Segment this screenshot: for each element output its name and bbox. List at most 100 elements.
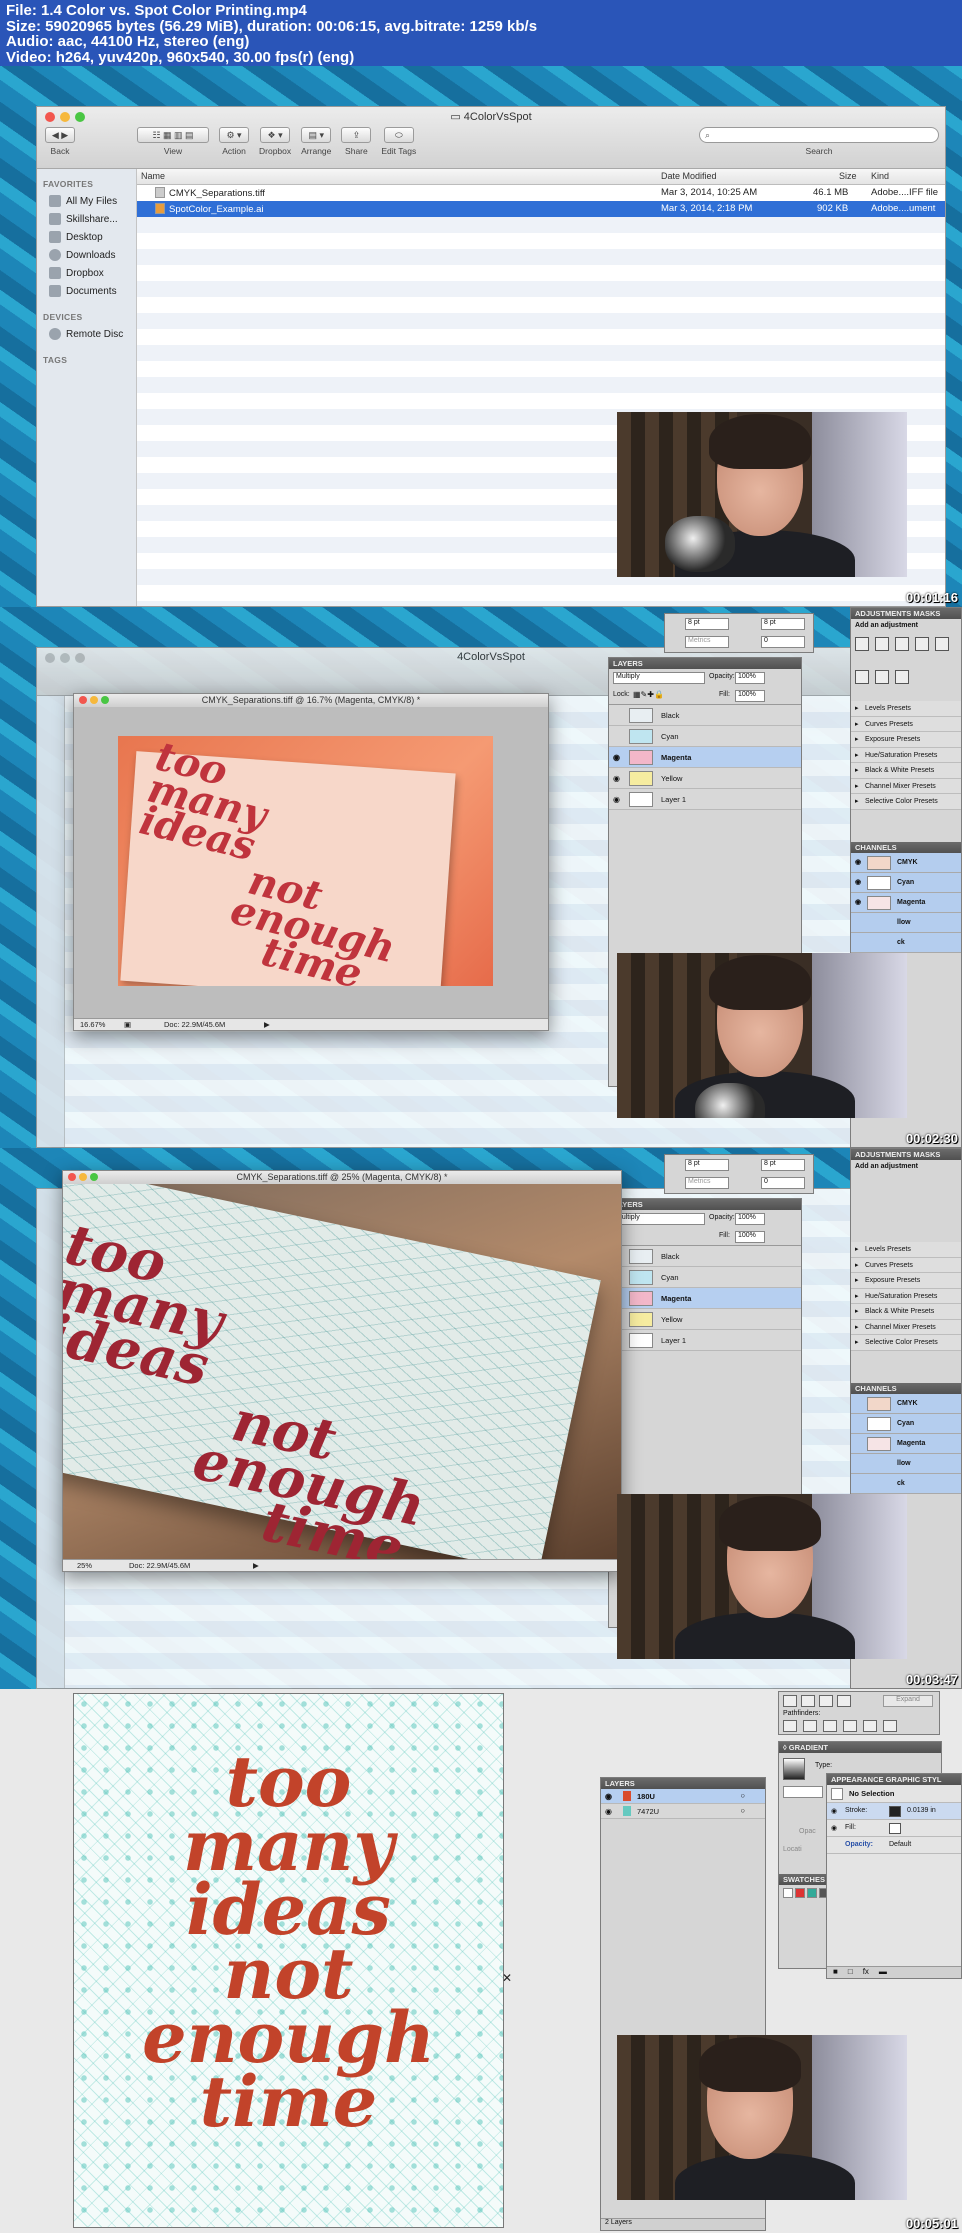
preset-item[interactable]: Levels Presets (851, 1242, 961, 1258)
channel-row[interactable]: CMYK (851, 1393, 961, 1414)
opacity-field[interactable]: 100% (735, 672, 765, 684)
opacity-row[interactable]: Opacity: Default (827, 1837, 961, 1854)
eye-icon[interactable]: ◉ (613, 795, 620, 804)
gear-icon[interactable]: ⚙ ▾ (219, 127, 249, 143)
back-forward-control[interactable]: ◀ ▶ Back (45, 127, 75, 156)
eye-icon[interactable]: ◉ (605, 1807, 612, 1816)
kerning-field[interactable]: Metrics (685, 1177, 729, 1189)
eye-icon[interactable]: ◉ (613, 774, 620, 783)
exposure-icon[interactable] (915, 637, 929, 651)
preset-item[interactable]: Hue/Saturation Presets (851, 747, 961, 763)
leading-field[interactable]: 8 pt (761, 618, 805, 630)
minus-front-icon[interactable] (801, 1695, 815, 1707)
target-icon[interactable]: ○ (740, 1806, 745, 1815)
sidebar-item-remote-disc[interactable]: Remote Disc (37, 325, 136, 343)
forward-arrow-icon[interactable]: ▶ (61, 130, 68, 140)
channel-row[interactable]: ◉ Cyan (851, 872, 961, 893)
tag-icon[interactable]: ⬭ (383, 127, 414, 143)
preset-item[interactable]: Levels Presets (851, 701, 961, 717)
sidebar-item-all-my-files[interactable]: All My Files (37, 192, 136, 210)
channel-row[interactable]: Cyan (851, 1413, 961, 1434)
channels-tab[interactable]: CHANNELS (851, 841, 961, 853)
column-date[interactable]: Date Modified (661, 171, 717, 181)
layer-row[interactable]: Black (609, 705, 801, 726)
preset-item[interactable]: Black & White Presets (851, 1304, 961, 1320)
view-mode-icons[interactable]: ☷ ▦ ▥ ▤ (137, 127, 209, 143)
blend-mode-select[interactable]: Multiply (613, 1213, 705, 1225)
stroke-row[interactable]: ◉ Stroke: 0.0139 in (827, 1803, 961, 1820)
search-input[interactable]: ⌕ (699, 127, 939, 143)
adjustments-tab[interactable]: ADJUSTMENTS MASKS (851, 1149, 961, 1160)
channel-row[interactable]: llow (851, 912, 961, 933)
swatch[interactable] (783, 1888, 793, 1898)
back-arrow-icon[interactable]: ◀ (52, 130, 59, 140)
layers-tab[interactable]: LAYERS (609, 658, 801, 669)
hue-icon[interactable] (855, 670, 869, 684)
blend-mode-select[interactable]: Multiply (613, 672, 705, 684)
levels-icon[interactable] (875, 637, 889, 651)
arrange-icon[interactable]: ▤ ▾ (301, 127, 332, 143)
file-row-selected[interactable]: SpotColor_Example.ai Mar 3, 2014, 2:18 P… (137, 201, 945, 217)
preset-item[interactable]: Black & White Presets (851, 763, 961, 779)
eye-icon[interactable]: ◉ (855, 858, 861, 866)
share-button[interactable]: ⇪ Share (341, 127, 372, 156)
gradient-swatch[interactable] (783, 1758, 805, 1780)
expand-button[interactable]: Expand (883, 1695, 933, 1707)
status-arrow-icon[interactable]: ▶ (264, 1020, 270, 1029)
eye-icon[interactable]: ◉ (605, 1792, 612, 1801)
stroke-swatch[interactable] (889, 1806, 901, 1817)
layer-row[interactable]: ◉Cyan (609, 1267, 801, 1288)
appearance-tab[interactable]: APPEARANCE GRAPHIC STYL (827, 1774, 961, 1785)
channel-row[interactable]: ◉ Magenta (851, 892, 961, 913)
action-button[interactable]: ⚙ ▾ Action (219, 127, 249, 156)
channel-row[interactable]: Magenta (851, 1433, 961, 1454)
back-forward-buttons[interactable]: ◀ ▶ (45, 127, 75, 143)
eye-icon[interactable]: ◉ (855, 878, 861, 886)
eye-icon[interactable]: ◉ (831, 1824, 837, 1832)
sidebar-item-downloads[interactable]: Downloads (37, 246, 136, 264)
sidebar-item-desktop[interactable]: Desktop (37, 228, 136, 246)
gradient-slider[interactable] (783, 1786, 823, 1798)
edit-tags-button[interactable]: ⬭ Edit Tags (381, 127, 416, 156)
swatches-tab[interactable]: SWATCHES (779, 1874, 827, 1885)
merge-icon[interactable] (823, 1720, 837, 1732)
layer-row[interactable]: Cyan (609, 726, 801, 747)
target-icon[interactable]: ○ (740, 1791, 745, 1800)
layer-row-selected[interactable]: ◉ Magenta (609, 747, 801, 768)
layer-row[interactable]: ◉ 7472U ○ (601, 1804, 765, 1819)
layer-row[interactable]: ◉Black (609, 1246, 801, 1267)
swatch[interactable] (807, 1888, 817, 1898)
preset-item[interactable]: Curves Presets (851, 716, 961, 732)
eye-icon[interactable]: ◉ (855, 898, 861, 906)
font-size-field[interactable]: 8 pt (685, 618, 729, 630)
zoom-button[interactable] (101, 696, 109, 704)
layer-row[interactable]: ◉ Yellow (609, 768, 801, 789)
divide-icon[interactable] (783, 1720, 797, 1732)
fx-icon[interactable]: fx (863, 1967, 869, 1978)
sidebar-item-documents[interactable]: Documents (37, 282, 136, 300)
document-canvas[interactable]: too many ideas not enough time (118, 736, 493, 986)
clear-icon[interactable]: □ (848, 1967, 853, 1978)
curves-icon[interactable] (895, 637, 909, 651)
sidebar-item-skillshare[interactable]: Skillshare... (37, 210, 136, 228)
brightness-icon[interactable] (855, 637, 869, 651)
preset-item[interactable]: Selective Color Presets (851, 794, 961, 810)
close-button[interactable] (79, 696, 87, 704)
bw-icon[interactable] (895, 670, 909, 684)
file-row[interactable]: CMYK_Separations.tiff Mar 3, 2014, 10:25… (137, 185, 945, 201)
font-size-field[interactable]: 8 pt (685, 1159, 729, 1171)
column-size[interactable]: Size (839, 171, 857, 181)
status-arrow-icon[interactable]: ▶ (253, 1561, 259, 1570)
zoom-level[interactable]: 16.67% (80, 1020, 105, 1029)
dropbox-icon[interactable]: ❖ ▾ (260, 127, 291, 143)
channel-row[interactable]: llow (851, 1453, 961, 1474)
delete-icon[interactable]: ▬ (879, 1967, 887, 1978)
fill-swatch[interactable] (889, 1823, 901, 1834)
preset-item[interactable]: Curves Presets (851, 1257, 961, 1273)
gradient-tab[interactable]: ◊ GRADIENT (779, 1742, 941, 1753)
layers-tab[interactable]: LAYERS (609, 1199, 801, 1210)
leading-field[interactable]: 8 pt (761, 1159, 805, 1171)
column-kind[interactable]: Kind (871, 171, 889, 181)
channels-tab[interactable]: CHANNELS (851, 1382, 961, 1394)
opacity-label[interactable]: Opacity: (845, 1841, 873, 1848)
